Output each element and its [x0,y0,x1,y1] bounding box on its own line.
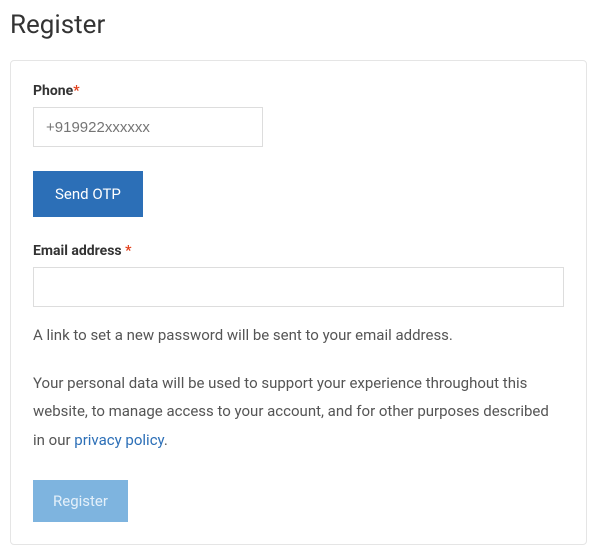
email-label: Email address * [33,243,564,259]
phone-label: Phone* [33,83,564,99]
register-button[interactable]: Register [33,480,128,522]
page-title: Register [10,10,587,40]
phone-label-text: Phone [33,83,73,99]
privacy-policy-link[interactable]: privacy policy [74,431,164,449]
password-helper-text: A link to set a new password will be sen… [33,323,564,349]
privacy-text: Your personal data will be used to suppo… [33,369,564,455]
phone-field-group: Phone* [33,83,564,147]
email-required-mark: * [125,243,131,259]
register-form: Phone* Send OTP Email address * A link t… [10,60,587,545]
privacy-post-text: . [164,431,168,449]
phone-input[interactable] [33,107,263,147]
email-field-group: Email address * [33,243,564,307]
phone-required-mark: * [73,83,79,99]
send-otp-button[interactable]: Send OTP [33,171,143,217]
email-input[interactable] [33,267,564,307]
email-label-text: Email address [33,243,125,259]
